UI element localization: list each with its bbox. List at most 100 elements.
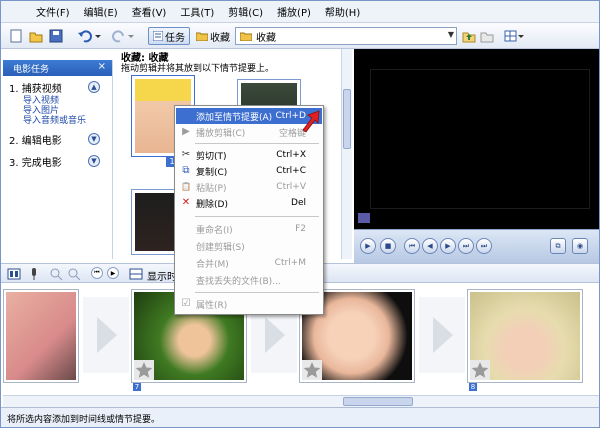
menu-delete[interactable]: ✕ 删除(D) Del [176, 195, 322, 211]
menubar: 文件(F) 编辑(E) 查看(V) 工具(T) 剪辑(C) 播放(P) 帮助(H… [1, 1, 599, 23]
preview-monitor [354, 49, 599, 229]
frame-number: 7 [133, 383, 141, 391]
save-project-button[interactable] [47, 27, 65, 45]
effect-star-icon[interactable] [302, 360, 322, 380]
new-project-button[interactable] [7, 27, 25, 45]
monitor-icon [358, 213, 370, 223]
toolbar: 任务 收藏 收藏 ▼ [1, 23, 599, 49]
play-icon: ▶ [182, 126, 190, 137]
view-options-button[interactable] [503, 27, 525, 45]
stop-icon[interactable]: ■ [380, 238, 396, 254]
menu-play[interactable]: 播放(P) [270, 4, 318, 19]
section-label: 2. 编辑电影 [9, 135, 62, 147]
storyboard-frame[interactable] [467, 289, 583, 383]
delete-x-icon: ✕ [181, 197, 191, 208]
preview-screen [370, 69, 590, 209]
play-storyboard-icon[interactable]: ▶ [107, 267, 119, 279]
effect-star-icon[interactable] [134, 360, 154, 380]
close-icon[interactable]: × [98, 61, 106, 72]
chevron-down-icon[interactable]: ▼ [88, 133, 100, 145]
microphone-icon[interactable] [27, 267, 41, 281]
snapshot-icon[interactable]: ◉ [572, 238, 588, 254]
menu-copy[interactable]: ⧉ 复制(C) Ctrl+C [176, 163, 322, 179]
menu-rename[interactable]: 重命名(I) F2 [176, 221, 322, 237]
menu-create-clips[interactable]: 创建剪辑(S) [176, 238, 322, 254]
menu-separator [195, 292, 319, 293]
favorites-button[interactable]: 收藏 [193, 27, 233, 45]
tasks-button[interactable]: 任务 [148, 27, 190, 45]
menu-help[interactable]: 帮助(H) [318, 4, 367, 19]
menu-find-missing-files[interactable]: 查找丢失的文件(B)... [176, 272, 322, 288]
section-edit-movie[interactable]: 2. 编辑电影 ▼ [3, 130, 112, 148]
rewind-icon[interactable]: ◀ [422, 238, 438, 254]
collection-hint: 拖动剪辑并将其放到以下情节提要上。 [121, 64, 275, 74]
storyboard-icon[interactable] [7, 267, 21, 281]
zoom-in-icon[interactable] [49, 267, 63, 281]
menu-combine[interactable]: 合并(M) Ctrl+M [176, 255, 322, 271]
properties-icon: ☑ [181, 298, 191, 309]
forward-icon[interactable]: ▶ [440, 238, 456, 254]
zoom-out-icon[interactable] [67, 267, 81, 281]
movie-tasks-pane: 电影任务 × 1. 捕获视频 ▲ 导入视频 导入图片 导入音频或音乐 2. 编辑… [3, 60, 113, 259]
scroll-thumb[interactable] [343, 397, 413, 406]
split-clip-icon[interactable]: ⧉ [550, 238, 566, 254]
new-file-icon [10, 29, 22, 43]
favorites-label: 收藏 [210, 32, 230, 44]
link-import-pictures[interactable]: 导入图片 [3, 106, 112, 116]
preview-controls: ▶ ■ ⏮ ◀ ▶ ⏭ ⏭ ⧉ ◉ [354, 229, 599, 263]
timeline-view-icon[interactable] [129, 267, 143, 281]
menu-tools[interactable]: 工具(T) [173, 4, 221, 19]
menu-edit[interactable]: 编辑(E) [77, 4, 125, 19]
open-project-button[interactable] [27, 27, 45, 45]
movie-maker-window: 文件(F) 编辑(E) 查看(V) 工具(T) 剪辑(C) 播放(P) 帮助(H… [0, 0, 600, 428]
scroll-thumb[interactable] [343, 89, 351, 149]
frame-number: 8 [469, 383, 477, 391]
tasks-label: 任务 [165, 32, 185, 44]
menu-clip[interactable]: 剪辑(C) [221, 4, 270, 19]
undo-button[interactable] [75, 27, 103, 45]
new-folder-icon [480, 32, 494, 43]
collection-value: 收藏 [256, 32, 276, 44]
save-icon [49, 29, 63, 43]
storyboard-scrollbar[interactable] [3, 395, 599, 407]
undo-icon [78, 30, 101, 43]
transition-arrow-icon[interactable] [83, 297, 129, 373]
chevron-down-icon[interactable]: ▼ [88, 155, 100, 167]
tasks-list-icon [153, 31, 163, 41]
previous-icon[interactable]: ⏮ [404, 238, 420, 254]
play-icon[interactable]: ▶ [360, 238, 376, 254]
menu-cut[interactable]: ✂ 剪切(T) Ctrl+X [176, 147, 322, 163]
paste-icon: 📋 [181, 182, 191, 191]
collection-scrollbar[interactable] [341, 49, 352, 259]
favorites-folder-icon [196, 32, 208, 41]
section-finish-movie[interactable]: 3. 完成电影 ▼ [3, 152, 112, 170]
link-import-video[interactable]: 导入视频 [3, 96, 112, 106]
menu-properties[interactable]: ☑ 属性(R) [176, 296, 322, 312]
show-timeline-label[interactable]: 显示时 [147, 268, 177, 283]
rewind-storyboard-icon[interactable]: ⏮ [91, 267, 103, 279]
transition-arrow-icon[interactable] [419, 297, 465, 373]
open-folder-icon [29, 32, 43, 43]
view-grid-icon [504, 30, 524, 42]
storyboard-frame[interactable] [3, 289, 79, 383]
menu-paste[interactable]: 📋 粘贴(P) Ctrl+V [176, 179, 322, 195]
new-folder-button[interactable] [479, 27, 495, 45]
collection-combobox[interactable]: 收藏 ▼ [235, 27, 457, 45]
menu-separator [195, 143, 319, 144]
section-label: 1. 捕获视频 [9, 83, 62, 95]
next-icon[interactable]: ⏭ [458, 238, 474, 254]
red-cursor-arrow-icon [302, 110, 320, 133]
menu-separator [195, 216, 319, 217]
effect-star-icon[interactable] [470, 360, 490, 380]
frame-photo [6, 292, 76, 380]
link-import-audio[interactable]: 导入音频或音乐 [3, 116, 112, 126]
pane-title: 电影任务 [13, 64, 50, 75]
end-icon[interactable]: ⏭ [476, 238, 492, 254]
up-folder-button[interactable] [461, 27, 477, 45]
clip-context-menu: 添加至情节提要(A) Ctrl+D ▶ 播放剪辑(C) 空格键 ✂ 剪切(T) … [174, 105, 324, 315]
chevron-up-icon[interactable]: ▲ [88, 81, 100, 93]
section-capture-video[interactable]: 1. 捕获视频 ▲ [3, 78, 112, 96]
redo-button[interactable] [109, 27, 137, 45]
menu-view[interactable]: 查看(V) [125, 4, 174, 19]
menu-file[interactable]: 文件(F) [29, 4, 77, 19]
